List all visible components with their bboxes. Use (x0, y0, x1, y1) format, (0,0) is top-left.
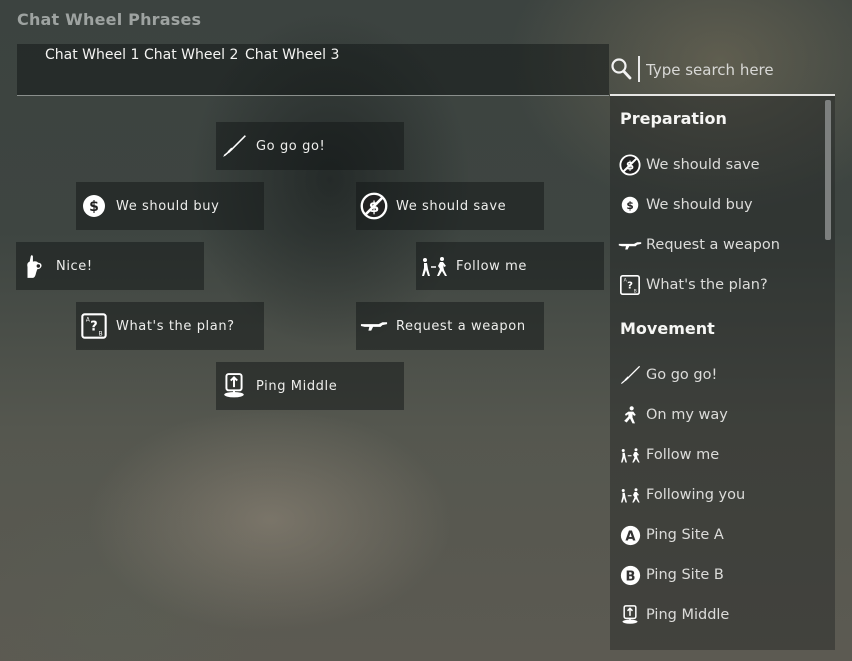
tab-chat-wheel-1[interactable]: Chat Wheel 1 (45, 47, 139, 63)
list-item-label: Ping Site A (646, 527, 724, 543)
list-item-ping-site-b[interactable]: Ping Site B (618, 561, 818, 589)
list-item-label: What's the plan? (646, 277, 768, 293)
list-item-we-should-save[interactable]: We should save (618, 151, 818, 179)
section-heading-movement: Movement (620, 319, 715, 338)
list-item-label: Following you (646, 487, 746, 503)
wheel-slot-we-should-save[interactable]: We should save (356, 182, 544, 230)
list-item-ping-middle[interactable]: Ping Middle (618, 601, 818, 629)
rifle-icon (618, 233, 642, 257)
wheel-slot-whats-the-plan[interactable]: What's the plan? (76, 302, 264, 350)
dollar-icon (80, 192, 108, 220)
no-money-icon (360, 192, 388, 220)
list-item-label: We should save (646, 157, 760, 173)
list-item-on-my-way[interactable]: On my way (618, 401, 818, 429)
wheel-slot-follow-me[interactable]: Follow me (416, 242, 604, 290)
list-item-following-you[interactable]: Following you (618, 481, 818, 509)
ok-hand-icon (20, 252, 48, 280)
list-item-ping-site-a[interactable]: Ping Site A (618, 521, 818, 549)
follow-soldiers-icon (618, 443, 642, 467)
question-icon (618, 273, 642, 297)
wheel-slot-label: We should save (396, 198, 507, 214)
wheel-slot-request-a-weapon[interactable]: Request a weapon (356, 302, 544, 350)
following-soldiers-icon (618, 483, 642, 507)
chat-wheel-tabs: Chat Wheel 1 Chat Wheel 2 Chat Wheel 3 (17, 44, 609, 96)
page-title: Chat Wheel Phrases (17, 10, 202, 29)
map-pin-icon (220, 372, 248, 400)
wheel-slot-label: Go go go! (256, 138, 326, 154)
knife-icon (618, 363, 642, 387)
scrollbar-thumb[interactable] (825, 100, 831, 240)
list-item-label: Ping Middle (646, 607, 730, 623)
tab-chat-wheel-2[interactable]: Chat Wheel 2 (144, 47, 238, 63)
list-item-go-go-go[interactable]: Go go go! (618, 361, 818, 389)
wheel-slot-label: Ping Middle (256, 378, 338, 394)
wheel-slot-label: We should buy (116, 198, 220, 214)
wheel-slot-label: Request a weapon (396, 318, 526, 334)
list-item-whats-the-plan[interactable]: What's the plan? (618, 271, 818, 299)
wheel-slot-label: What's the plan? (116, 318, 235, 334)
phrase-list-panel: Preparation We should save We should buy… (610, 96, 835, 650)
site-a-icon (618, 523, 642, 547)
list-item-label: Ping Site B (646, 567, 724, 583)
follow-soldiers-icon (420, 252, 448, 280)
list-item-follow-me[interactable]: Follow me (618, 441, 818, 469)
site-b-icon (618, 563, 642, 587)
map-pin-icon (618, 603, 642, 627)
search-bar (610, 50, 835, 96)
list-item-label: Go go go! (646, 367, 718, 383)
search-icon[interactable] (610, 57, 634, 83)
no-money-icon (618, 153, 642, 177)
dollar-icon (618, 193, 642, 217)
text-caret (638, 56, 640, 82)
rifle-icon (360, 312, 388, 340)
wheel-slot-label: Follow me (456, 258, 527, 274)
tab-chat-wheel-3[interactable]: Chat Wheel 3 (245, 47, 339, 63)
running-soldier-icon (618, 403, 642, 427)
list-item-request-a-weapon[interactable]: Request a weapon (618, 231, 818, 259)
knife-icon (220, 132, 248, 160)
list-item-label: On my way (646, 407, 728, 423)
list-item-label: We should buy (646, 197, 753, 213)
wheel-slot-go-go-go[interactable]: Go go go! (216, 122, 404, 170)
search-input[interactable] (644, 56, 833, 84)
wheel-slot-label: Nice! (56, 258, 93, 274)
list-item-label: Follow me (646, 447, 720, 463)
question-icon (80, 312, 108, 340)
list-item-label: Request a weapon (646, 237, 780, 253)
section-heading-preparation: Preparation (620, 109, 727, 128)
wheel-slot-ping-middle[interactable]: Ping Middle (216, 362, 404, 410)
wheel-slot-we-should-buy[interactable]: We should buy (76, 182, 264, 230)
list-item-we-should-buy[interactable]: We should buy (618, 191, 818, 219)
wheel-slot-nice[interactable]: Nice! (16, 242, 204, 290)
